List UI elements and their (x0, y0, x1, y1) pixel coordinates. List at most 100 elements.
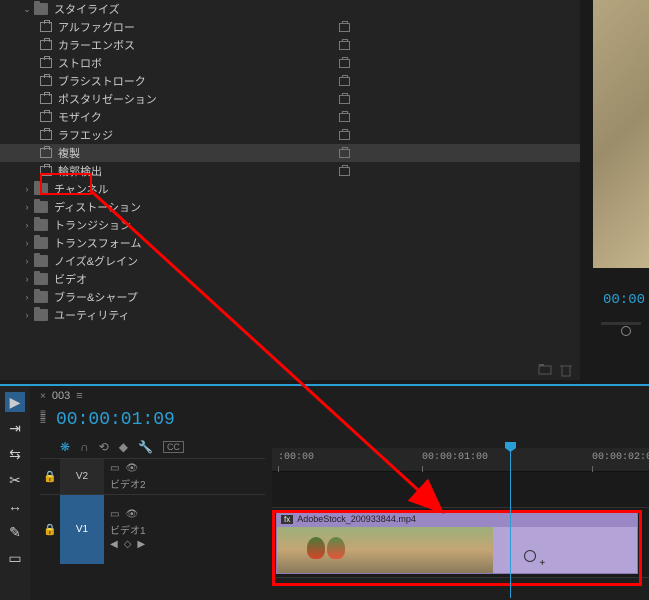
effects-folder-row[interactable]: ›トランスフォーム (0, 234, 580, 252)
track-v1-label[interactable]: V1 (60, 495, 104, 564)
tools-column: ▶ ⇥ ⇆ ✂ ↔ ✎ ▭ (0, 386, 30, 600)
lock-icon[interactable]: 🔒 (40, 523, 60, 536)
keyframe-add-icon[interactable]: ◇ (124, 539, 132, 550)
selection-tool[interactable]: ▶ (5, 392, 25, 412)
effect-item[interactable]: ブラシストローク (0, 72, 580, 90)
folder-icon (34, 255, 48, 267)
razor-tool[interactable]: ✂ (5, 470, 25, 490)
playhead-timecode[interactable]: 00:00:01:09 (56, 410, 175, 430)
effect-item[interactable]: ストロボ (0, 54, 580, 72)
clip-thumbnail (277, 527, 637, 573)
keyframe-next-icon[interactable]: ▶ (137, 539, 145, 550)
trash-icon[interactable] (560, 363, 574, 375)
track-v1-header[interactable]: 🔒 V1 ▭ 👁 ビデオ1 ◀ ◇ ▶ (40, 494, 265, 564)
effect-label: ラフエッジ (58, 127, 113, 143)
preset-badge-icon (339, 131, 350, 140)
preset-badge-icon (339, 149, 350, 158)
chevron-right-icon: › (22, 220, 32, 230)
sequence-menu-icon[interactable]: ≡ (76, 390, 82, 402)
chevron-right-icon: › (22, 238, 32, 248)
track-v2-header[interactable]: 🔒 V2 ▭ 👁 ビデオ2 (40, 458, 265, 494)
effects-category-row[interactable]: ⌄ スタイライズ (0, 0, 580, 18)
folder-label: ディストーション (54, 199, 141, 215)
snap-icon[interactable]: ❋ (60, 440, 70, 454)
clip-name: AdobeStock_200933844.mp4 (297, 514, 416, 524)
pen-tool[interactable]: ✎ (5, 522, 25, 542)
effect-item[interactable]: ポスタリゼーション (0, 90, 580, 108)
effect-label: ブラシストローク (58, 73, 146, 89)
ruler-tick: :00:00 (278, 452, 314, 463)
preset-badge-icon (339, 95, 350, 104)
cc-icon[interactable]: CC (163, 441, 184, 453)
linked-selection-icon[interactable]: ⟲ (99, 440, 109, 454)
close-icon[interactable]: × (40, 391, 46, 402)
time-ruler[interactable]: :00:00 00:00:01:00 00:00:02:0 (272, 448, 649, 472)
preset-icon (40, 112, 52, 122)
preset-icon (40, 76, 52, 86)
folder-label: トランジション (54, 217, 131, 233)
effects-folder-row[interactable]: › チャンネル (0, 180, 580, 198)
preset-badge-icon (339, 167, 350, 176)
folder-label: ブラー&シャープ (54, 289, 138, 305)
folder-icon (34, 273, 48, 285)
chevron-right-icon: › (22, 184, 32, 194)
effect-label: カラーエンボス (58, 37, 135, 53)
toggle-output-icon[interactable]: ▭ (110, 509, 119, 520)
slip-tool[interactable]: ↔ (5, 496, 25, 516)
fx-badge[interactable]: fx (281, 515, 293, 524)
folder-label: チャンネル (54, 181, 109, 197)
preset-icon (40, 22, 52, 32)
new-bin-icon[interactable] (538, 363, 552, 375)
track-v2-lane[interactable] (272, 472, 649, 508)
eye-icon[interactable]: 👁 (125, 509, 138, 520)
effects-folder-row[interactable]: ›ビデオ (0, 270, 580, 288)
effects-folder-row[interactable]: ›ノイズ&グレイン (0, 252, 580, 270)
toggle-output-icon[interactable]: ▭ (110, 463, 119, 474)
zoom-handle[interactable] (621, 326, 631, 336)
sequence-tab[interactable]: × 003 ≡ (40, 390, 83, 402)
zoom-slider[interactable] (601, 322, 641, 325)
effects-folder-row[interactable]: › ブラー&シャープ (0, 288, 580, 306)
video-clip[interactable]: fx AdobeStock_200933844.mp4 (276, 510, 638, 574)
chevron-right-icon: › (22, 202, 32, 212)
ripple-edit-tool[interactable]: ⇆ (5, 444, 25, 464)
track-area: fx AdobeStock_200933844.mp4 (272, 472, 649, 578)
effect-item[interactable]: ラフエッジ (0, 126, 580, 144)
chevron-down-icon: ⌄ (22, 4, 32, 15)
track-v2-name: ビデオ2 (110, 476, 146, 491)
effect-item[interactable]: モザイク (0, 108, 580, 126)
ruler-tick: 00:00:02:0 (592, 452, 649, 463)
magnet-icon[interactable]: ∩ (80, 440, 89, 454)
effect-item[interactable]: 輪郭検出 (0, 162, 580, 180)
lock-icon[interactable]: 🔒 (40, 470, 60, 483)
eye-icon[interactable]: 👁 (125, 463, 138, 474)
effect-label: モザイク (58, 109, 102, 125)
preview-timecode: 00:00 (603, 292, 645, 308)
track-select-tool[interactable]: ⇥ (5, 418, 25, 438)
effect-label: アルファグロー (58, 19, 135, 35)
effects-folder-row[interactable]: › ディストーション (0, 198, 580, 216)
preset-badge-icon (339, 23, 350, 32)
effect-label: 輪郭検出 (58, 163, 102, 179)
preset-badge-icon (339, 77, 350, 86)
track-controls: ❋ ∩ ⟲ ◆ 🔧 CC 🔒 V2 ▭ 👁 ビデオ2 🔒 V1 ▭ (40, 436, 265, 564)
preset-icon (40, 40, 52, 50)
timeline-menu-icon[interactable]: ≡≡≡ (40, 412, 46, 424)
effects-folder-row[interactable]: ›ユーティリティ (0, 306, 580, 324)
folder-label: ビデオ (54, 271, 87, 287)
chevron-right-icon: › (22, 292, 32, 302)
settings-icon[interactable]: 🔧 (138, 440, 153, 454)
keyframe-prev-icon[interactable]: ◀ (110, 539, 118, 550)
marker-icon[interactable]: ◆ (119, 440, 128, 454)
effect-item[interactable]: 複製 (0, 144, 580, 162)
effect-item[interactable]: アルファグロー (0, 18, 580, 36)
effects-folder-row[interactable]: › トランジション (0, 216, 580, 234)
effect-item[interactable]: カラーエンボス (0, 36, 580, 54)
playhead[interactable] (510, 448, 511, 598)
preset-badge-icon (339, 41, 350, 50)
track-v1-name: ビデオ1 (110, 522, 146, 537)
track-v1-lane[interactable]: fx AdobeStock_200933844.mp4 (272, 508, 649, 578)
folder-icon (34, 3, 48, 15)
rectangle-tool[interactable]: ▭ (5, 548, 25, 568)
track-v2-label[interactable]: V2 (60, 459, 104, 494)
